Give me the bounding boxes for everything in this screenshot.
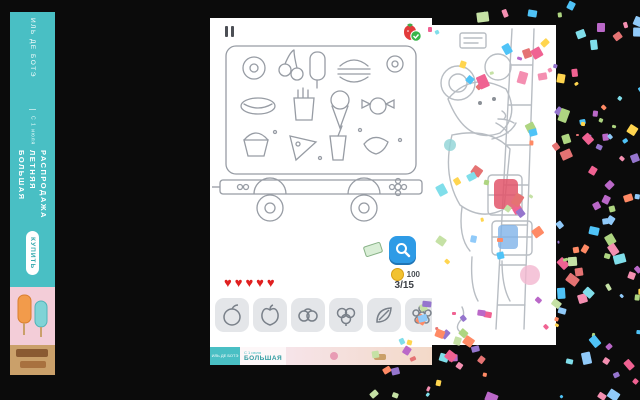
footer-banner-text: С 1 июля БОЛЬШАЯ (240, 347, 286, 365)
footer-banner-title: БОЛЬШАЯ (244, 355, 283, 362)
banner-subtitle: С 1 июля (29, 116, 36, 146)
hint-button[interactable] (389, 236, 416, 263)
banner-title-line3: РАСПРОДАЖА (39, 150, 48, 220)
heart-icon: ♥ (234, 275, 243, 290)
progress-counter: 3/15 (394, 280, 414, 291)
banner-title-line2: ЛЕТНЯЯ (28, 150, 37, 191)
banner-brand: ИЛЬ ДЕ БОТЭ (29, 18, 36, 110)
pretzel-icon (298, 308, 318, 322)
found-item-banknote (362, 241, 384, 258)
magnifier-icon (395, 242, 410, 257)
item-slot-pretzel[interactable] (291, 298, 325, 332)
ad-banner-footer[interactable]: ИЛЬ ДЕ БОТЭ С 1 июля БОЛЬШАЯ (210, 347, 432, 365)
footer-banner-brand: ИЛЬ ДЕ БОТЭ (210, 347, 240, 365)
item-slot-leaf[interactable] (367, 298, 401, 332)
item-slot-apple[interactable] (253, 298, 287, 332)
coin-amount: 100 (406, 270, 420, 279)
apple-icon (261, 304, 279, 326)
lives-hearts: ♥ ♥ ♥ ♥ ♥ (224, 276, 275, 289)
game-screen: 100 ♥ ♥ ♥ ♥ ♥ 3/15 ИЛЬ ДЕ БОТЭ С 1 июля … (210, 18, 432, 365)
item-slots (215, 298, 432, 332)
promo-illustration (432, 25, 556, 345)
clover-icon (336, 307, 356, 326)
peach-icon (223, 304, 241, 326)
flower-icon (412, 304, 432, 324)
pause-button[interactable] (222, 24, 236, 38)
leaf-icon (376, 307, 392, 323)
item-slot-peach[interactable] (215, 298, 249, 332)
heart-icon: ♥ (245, 275, 254, 290)
coloring-scene[interactable] (210, 40, 432, 240)
heart-icon: ♥ (224, 275, 232, 290)
item-slot-clover[interactable] (329, 298, 363, 332)
banner-product-image (10, 287, 55, 375)
heart-icon: ♥ (256, 275, 264, 290)
mouse-character-drawing (440, 28, 540, 334)
banner-title-line1: БОЛЬШАЯ (17, 150, 26, 201)
item-slot-flower[interactable] (405, 298, 432, 332)
stage: ИЛЬ ДЕ БОТЭ С 1 июля БОЛЬШАЯ ЛЕТНЯЯ РАСП… (0, 0, 640, 400)
footer-banner-image (286, 347, 432, 365)
banner-title: БОЛЬШАЯ ЛЕТНЯЯ РАСПРОДАЖА (17, 150, 48, 219)
ad-banner-left[interactable]: ИЛЬ ДЕ БОТЭ С 1 июля БОЛЬШАЯ ЛЕТНЯЯ РАСП… (10, 12, 55, 375)
food-truck-drawing (212, 45, 423, 222)
banner-buy-button[interactable]: КУПИТЬ (26, 231, 39, 276)
heart-icon: ♥ (266, 275, 275, 290)
